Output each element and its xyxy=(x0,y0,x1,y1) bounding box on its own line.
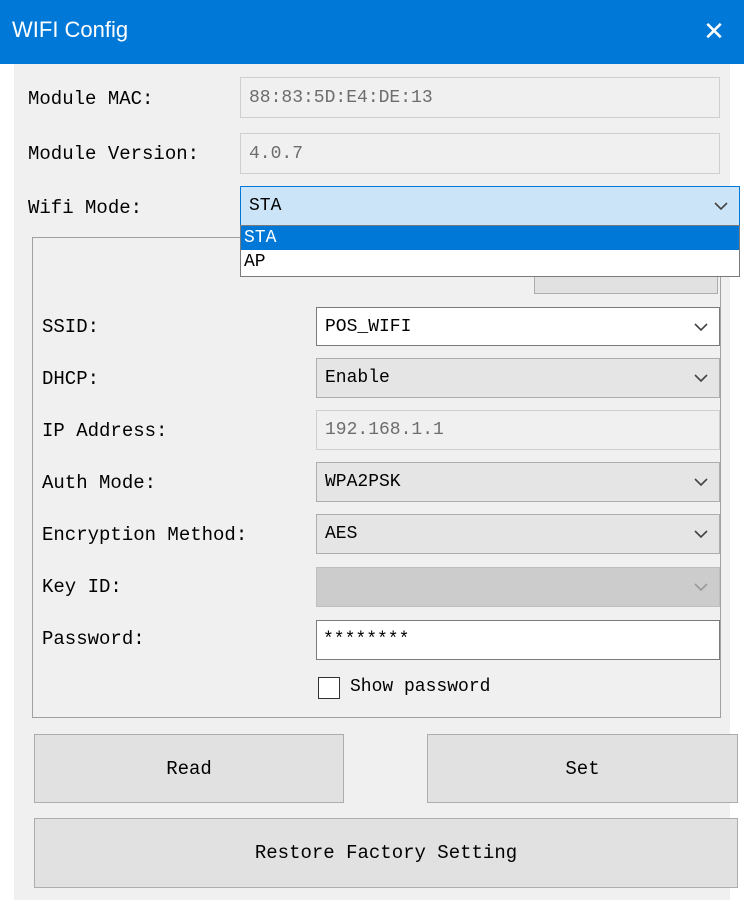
password-input[interactable]: ******** xyxy=(316,620,720,660)
password-value: ******** xyxy=(323,630,410,650)
auth-mode-select[interactable]: WPA2PSK xyxy=(316,462,720,502)
set-button-label: Set xyxy=(565,757,600,780)
ssid-value: POS_WIFI xyxy=(325,316,412,337)
ip-address-field: 192.168.1.1 xyxy=(316,410,720,450)
show-password-checkbox[interactable] xyxy=(318,677,340,699)
wifi-mode-select[interactable]: STA xyxy=(240,186,740,226)
ssid-select[interactable]: POS_WIFI xyxy=(316,307,720,346)
dhcp-label: DHCP: xyxy=(42,368,100,390)
chevron-down-icon xyxy=(694,374,708,383)
show-password-label[interactable]: Show password xyxy=(350,677,490,697)
key-id-label: Key ID: xyxy=(42,576,122,598)
module-version-label: Module Version: xyxy=(28,143,200,165)
key-id-select xyxy=(316,567,720,607)
window-title: WIFI Config xyxy=(12,17,129,42)
chevron-down-icon xyxy=(694,583,708,592)
module-version-field: 4.0.7 xyxy=(240,133,720,174)
encryption-method-value: AES xyxy=(325,524,358,544)
encryption-method-label: Encryption Method: xyxy=(42,524,248,546)
read-button-label: Read xyxy=(166,757,212,780)
ip-address-value: 192.168.1.1 xyxy=(325,420,444,440)
dhcp-value: Enable xyxy=(325,368,390,388)
ssid-label: SSID: xyxy=(42,316,100,338)
restore-factory-button[interactable]: Restore Factory Setting xyxy=(34,818,738,888)
wifi-mode-value: STA xyxy=(249,196,282,216)
auth-mode-value: WPA2PSK xyxy=(325,472,401,492)
ip-address-label: IP Address: xyxy=(42,420,168,442)
chevron-down-icon xyxy=(714,202,728,211)
close-icon: ✕ xyxy=(703,17,725,47)
module-mac-field: 88:83:5D:E4:DE:13 xyxy=(240,77,720,118)
title-bar: WIFI Config ✕ xyxy=(0,0,744,64)
module-mac-label: Module MAC: xyxy=(28,88,154,110)
restore-factory-button-label: Restore Factory Setting xyxy=(254,842,518,864)
chevron-down-icon xyxy=(694,530,708,539)
module-mac-value: 88:83:5D:E4:DE:13 xyxy=(249,87,433,108)
set-button[interactable]: Set xyxy=(427,734,738,803)
wifi-mode-label: Wifi Mode: xyxy=(28,197,143,219)
close-button[interactable]: ✕ xyxy=(684,0,744,64)
chevron-down-icon xyxy=(694,478,708,487)
chevron-down-icon xyxy=(694,322,708,331)
module-version-value: 4.0.7 xyxy=(249,143,304,164)
wifi-mode-option-sta[interactable]: STA xyxy=(241,226,739,250)
dhcp-select[interactable]: Enable xyxy=(316,358,720,398)
auth-mode-label: Auth Mode: xyxy=(42,472,157,494)
wifi-mode-option-ap[interactable]: AP xyxy=(241,250,739,274)
read-button[interactable]: Read xyxy=(34,734,344,803)
wifi-mode-dropdown-list: STA AP xyxy=(240,225,740,277)
encryption-method-select[interactable]: AES xyxy=(316,514,720,554)
password-label: Password: xyxy=(42,628,145,650)
